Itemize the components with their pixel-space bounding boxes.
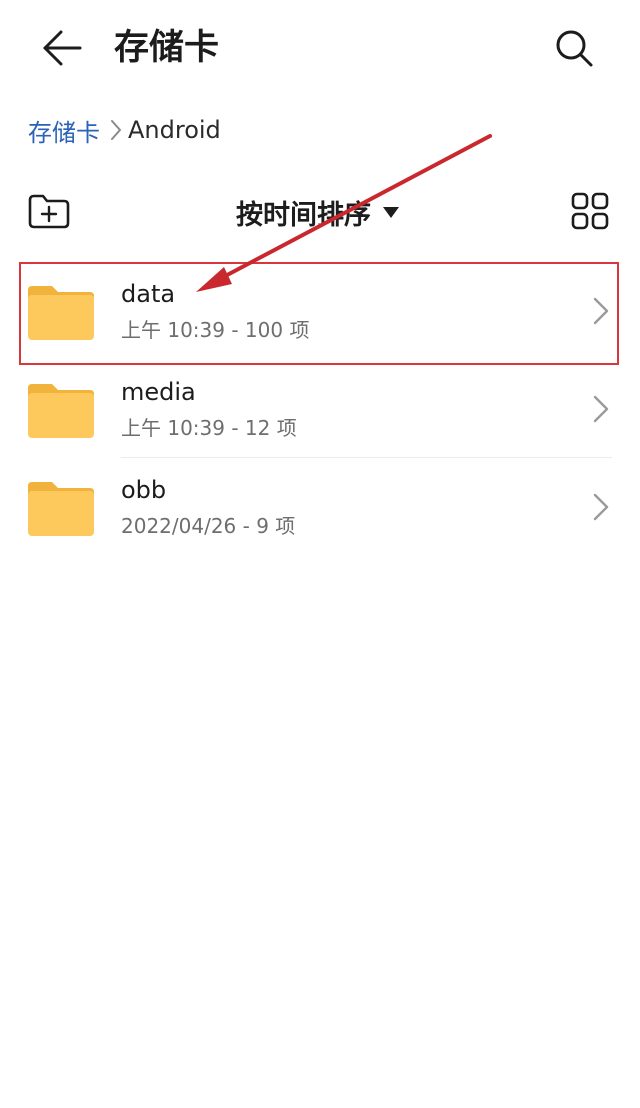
folder-row-media[interactable]: media 上午 10:39 - 12 项 [0,360,640,458]
file-name: data [121,280,176,308]
page-title: 存储卡 [114,28,220,68]
file-meta: 2022/04/26 - 9 项 [121,514,296,538]
back-button[interactable] [36,24,88,72]
folder-row-data[interactable]: data 上午 10:39 - 100 项 [0,262,640,360]
chevron-right-icon [593,493,609,521]
arrow-left-icon [43,30,82,66]
file-name: media [121,378,196,406]
chevron-right-icon [110,119,122,141]
chevron-right-icon [593,297,609,325]
new-folder-button[interactable] [26,190,72,232]
file-meta: 上午 10:39 - 100 项 [121,318,310,342]
file-meta: 上午 10:39 - 12 项 [121,416,297,440]
search-button[interactable] [548,22,600,74]
folder-row-obb[interactable]: obb 2022/04/26 - 9 项 [0,458,640,556]
search-icon [556,30,593,67]
breadcrumb-current: Android [128,116,221,144]
sort-label: 按时间排序 [236,199,371,231]
caret-down-icon [383,206,399,218]
folder-icon [28,286,94,340]
grid-view-button[interactable] [570,190,610,232]
breadcrumb: 存储卡 Android [28,110,221,150]
chevron-right-icon [593,395,609,423]
sort-dropdown[interactable]: 按时间排序 [236,188,399,236]
new-folder-icon [28,194,70,229]
folder-icon [28,384,94,438]
folder-icon [28,482,94,536]
toolbar: 按时间排序 [0,180,640,244]
breadcrumb-root[interactable]: 存储卡 [28,113,100,148]
grid-view-icon [571,192,609,230]
file-name: obb [121,476,167,504]
file-list: data 上午 10:39 - 100 项 media 上午 10:39 - 1… [0,262,640,556]
app-header: 存储卡 [0,0,640,96]
